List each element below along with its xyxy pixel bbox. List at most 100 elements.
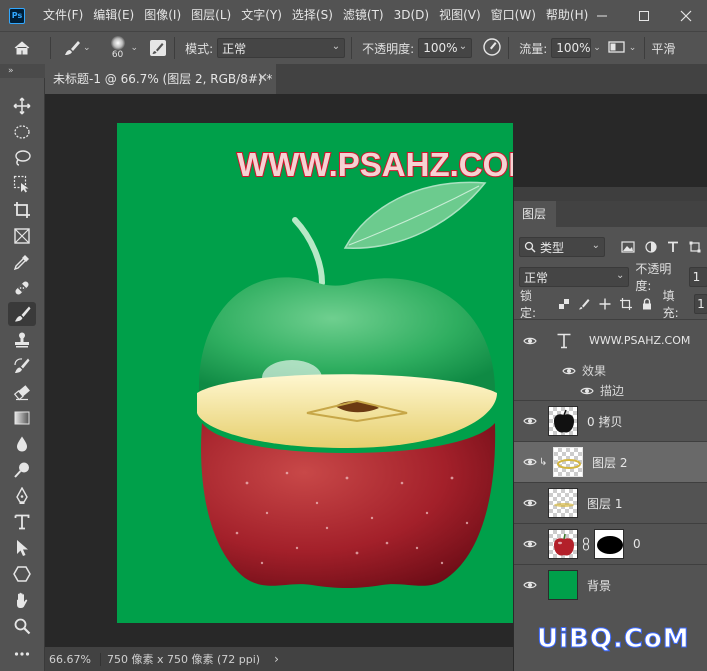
collapse-toolbar-icon[interactable]: » — [0, 64, 45, 78]
minimize-button[interactable] — [581, 0, 623, 31]
layer-row-0[interactable]: 0 — [514, 523, 707, 564]
menu-3d[interactable]: 3D(D) — [389, 0, 434, 31]
layer-blend-mode-select[interactable]: 正常 ⌄ — [519, 267, 630, 287]
adjustment-filter-icon[interactable] — [645, 241, 657, 253]
lock-label: 锁定: — [520, 289, 537, 320]
shape-tool[interactable] — [8, 562, 36, 586]
ring-thumbnail — [557, 459, 581, 469]
chevron-down-icon[interactable]: ⌄ — [131, 43, 139, 53]
effects-row[interactable]: 效果 — [562, 362, 606, 379]
lasso-tool[interactable] — [8, 146, 36, 170]
stroke-effect-label: 描边 — [600, 384, 625, 398]
path-selection-tool[interactable] — [8, 536, 36, 560]
shape-filter-icon[interactable] — [689, 241, 701, 253]
layer-name: 图层 2 — [592, 455, 628, 470]
frame-tool[interactable] — [8, 224, 36, 248]
layer-opacity-input[interactable]: 1 — [688, 267, 707, 287]
menu-image[interactable]: 图像(I) — [139, 0, 186, 31]
stroke-effect-row[interactable]: 描边 — [580, 382, 624, 399]
hand-tool[interactable] — [8, 588, 36, 612]
canvas-area[interactable]: WWW.PSAHZ.COM — [45, 94, 513, 647]
lock-position-icon[interactable] — [599, 298, 611, 310]
lock-image-pixels-icon[interactable] — [578, 298, 590, 310]
blur-tool[interactable] — [8, 432, 36, 456]
visibility-toggle[interactable] — [519, 401, 541, 442]
brush-size-picker[interactable]: 60 — [107, 36, 129, 60]
type-icon — [14, 514, 30, 530]
chevron-down-icon[interactable]: ⌄ — [593, 43, 601, 53]
menu-view[interactable]: 视图(V) — [434, 0, 486, 31]
marquee-tool[interactable] — [8, 120, 36, 144]
type-tool[interactable] — [8, 510, 36, 534]
layer-filter-row: 类型 ⌄ — [514, 234, 707, 260]
menu-file[interactable]: 文件(F) — [38, 0, 88, 31]
chevron-right-icon[interactable]: › — [274, 652, 279, 666]
pen-tool[interactable] — [8, 484, 36, 508]
visibility-toggle[interactable] — [519, 565, 541, 606]
tool-preset-picker[interactable]: ⌄ — [63, 39, 93, 57]
eye-icon — [523, 337, 537, 344]
pressure-opacity-button[interactable] — [482, 37, 502, 60]
menu-edit[interactable]: 编辑(E) — [88, 0, 139, 31]
visibility-toggle[interactable] — [519, 442, 541, 483]
filter-kind-select[interactable]: 类型 ⌄ — [519, 237, 605, 257]
flow-input[interactable]: 100% — [551, 38, 592, 58]
zoom-level[interactable]: 66.67% — [45, 652, 101, 666]
airbrush-toggle[interactable] — [607, 39, 627, 58]
blend-mode-select[interactable]: 正常 ⌄ — [217, 38, 346, 58]
menu-select[interactable]: 选择(S) — [287, 0, 338, 31]
close-icon — [680, 10, 692, 21]
chevron-down-icon[interactable]: ⌄ — [629, 43, 637, 53]
opacity-input[interactable]: 100% ⌄ — [418, 38, 473, 58]
lock-artboard-icon[interactable] — [619, 298, 632, 310]
close-window-button[interactable] — [665, 0, 707, 31]
brush-settings-toggle[interactable] — [148, 38, 168, 58]
type-filter-icon[interactable] — [667, 241, 679, 253]
layer-row-text[interactable]: WWW.PSAHZ.COM 效果 描边 — [514, 319, 707, 400]
image-filter-icon[interactable] — [621, 241, 635, 253]
zoom-tool[interactable] — [8, 614, 36, 638]
link-icon[interactable] — [581, 537, 591, 551]
crop-tool[interactable] — [8, 198, 36, 222]
tab-layers[interactable]: 图层 — [514, 201, 556, 227]
ellipse-thumbnail — [554, 503, 574, 507]
layer-row-layer-1[interactable]: 图层 1 — [514, 482, 707, 523]
close-tab-icon[interactable]: ✕ — [257, 64, 268, 94]
visibility-toggle[interactable] — [519, 483, 541, 524]
lock-all-icon[interactable] — [641, 298, 653, 310]
eraser-tool[interactable] — [8, 380, 36, 404]
gradient-tool[interactable] — [8, 406, 36, 430]
chevron-down-icon: ⌄ — [591, 240, 600, 251]
clone-stamp-tool[interactable] — [8, 328, 36, 352]
dodge-icon — [14, 462, 29, 478]
fill-input[interactable]: 1 — [694, 294, 707, 314]
divider — [50, 37, 51, 59]
document-tab[interactable]: 未标题-1 @ 66.7% (图层 2, RGB/8#) * ✕ — [45, 64, 276, 94]
stamp-icon — [15, 332, 29, 348]
edit-toolbar-button[interactable] — [8, 642, 36, 666]
menu-filter[interactable]: 滤镜(T) — [338, 0, 389, 31]
lock-transparent-pixels-icon[interactable] — [558, 298, 570, 310]
layer-row-0-copy[interactable]: 0 拷贝 — [514, 400, 707, 441]
visibility-toggle[interactable] — [519, 524, 541, 565]
menu-type[interactable]: 文字(Y) — [236, 0, 287, 31]
layer-mask-thumbnail[interactable] — [594, 529, 624, 559]
object-selection-tool[interactable] — [8, 172, 36, 196]
visibility-toggle[interactable] — [519, 320, 541, 361]
layer-name: 0 拷贝 — [587, 414, 623, 429]
history-brush-tool[interactable] — [8, 354, 36, 378]
layer-row-background[interactable]: 背景 — [514, 564, 707, 605]
home-button[interactable] — [0, 40, 44, 56]
eye-icon — [580, 387, 594, 394]
menu-layer[interactable]: 图层(L) — [186, 0, 236, 31]
document-info: 750 像素 x 750 像素 (72 ppi) — [107, 653, 261, 666]
dodge-tool[interactable] — [8, 458, 36, 482]
document-canvas[interactable]: WWW.PSAHZ.COM — [117, 123, 513, 623]
move-tool[interactable] — [8, 94, 36, 118]
eyedropper-tool[interactable] — [8, 250, 36, 274]
layer-row-layer-2[interactable]: ↳ 图层 2 — [514, 441, 707, 482]
healing-brush-tool[interactable] — [8, 276, 36, 300]
menu-window[interactable]: 窗口(W) — [486, 0, 541, 31]
brush-tool[interactable] — [8, 302, 36, 326]
maximize-button[interactable] — [623, 0, 665, 31]
